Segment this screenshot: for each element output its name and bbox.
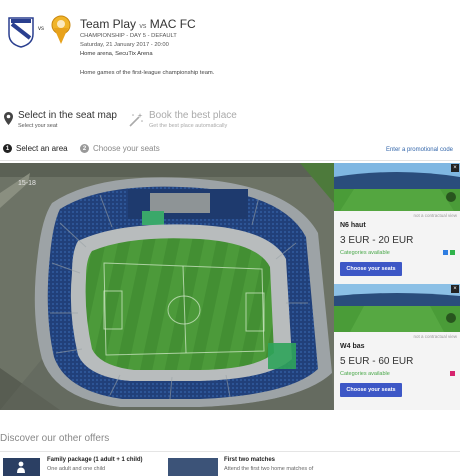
magic-wand-icon xyxy=(129,113,143,127)
step-subtitle: Select your seat xyxy=(18,123,58,129)
category-swatch xyxy=(450,371,455,376)
tab-choose-seats[interactable]: 2 Choose your seats xyxy=(80,144,160,153)
away-team-name: MAC FC xyxy=(149,17,196,31)
area-view-thumbnail: × xyxy=(334,284,460,332)
close-icon[interactable]: × xyxy=(451,285,459,293)
offer-subtitle: One adult and one child xyxy=(47,466,106,472)
match-venue: Home arena, SecuTix Arena xyxy=(80,51,153,57)
home-team-logo xyxy=(8,17,34,48)
tab-number: 1 xyxy=(3,144,12,153)
match-title: Team Play vs MAC FC xyxy=(80,17,196,31)
away-team-logo xyxy=(51,15,71,44)
close-icon[interactable]: × xyxy=(451,164,459,172)
step-book-best-place[interactable]: Book the best place Get the best place a… xyxy=(128,110,258,132)
map-pin-icon xyxy=(4,112,13,125)
area-price: 5 EUR - 60 EUR xyxy=(340,356,414,367)
availability-label: Categories available xyxy=(340,250,390,256)
zoom-icon[interactable] xyxy=(446,313,456,323)
offer-title[interactable]: First two matches xyxy=(224,457,275,463)
divider xyxy=(0,451,460,452)
vs-label: vs xyxy=(139,23,147,30)
area-name: N6 haut xyxy=(340,222,366,229)
view-disclaimer: not a contractual view xyxy=(413,213,457,218)
stadium-illustration: 15-18 xyxy=(0,163,334,410)
view-disclaimer: not a contractual view xyxy=(413,334,457,339)
tab-number: 2 xyxy=(80,144,89,153)
category-swatches xyxy=(450,371,455,376)
person-icon xyxy=(17,461,25,473)
step-subtitle: Get the best place automatically xyxy=(149,123,228,129)
home-team-name: Team Play xyxy=(80,17,137,31)
zoom-icon[interactable] xyxy=(446,192,456,202)
promo-code-link[interactable]: Enter a promotional code xyxy=(386,147,453,153)
offer-subtitle: Attend the first two home matches of xyxy=(224,466,314,472)
section-label: 15-18 xyxy=(18,180,36,187)
team-logos: vs xyxy=(0,0,80,60)
step-title: Select in the seat map xyxy=(18,110,117,121)
area-price: 3 EUR - 20 EUR xyxy=(340,235,414,246)
availability-label: Categories available xyxy=(340,371,390,377)
step-title: Book the best place xyxy=(149,110,237,121)
area-details-panel: × not a contractual view N6 haut 3 EUR -… xyxy=(334,163,460,410)
category-swatch xyxy=(443,250,448,255)
competition-label: CHAMPIONSHIP - DAY 5 - DEFAULT xyxy=(80,33,177,39)
step-select-seat-map[interactable]: Select in the seat map Select your seat xyxy=(4,110,117,132)
area-subtabs: 1 Select an area 2 Choose your seats Ent… xyxy=(0,141,460,161)
match-description: Home games of the first-league champions… xyxy=(80,70,215,76)
area-name: W4 bas xyxy=(340,343,365,350)
tab-label: Choose your seats xyxy=(93,144,160,153)
choose-seats-button[interactable]: Choose your seats xyxy=(340,383,402,397)
offers-heading: Discover our other offers xyxy=(0,433,110,444)
logo-vs-text: vs xyxy=(38,26,44,32)
tab-select-area[interactable]: 1 Select an area xyxy=(3,144,68,153)
category-swatches xyxy=(443,250,455,255)
match-datetime: Saturday, 21 January 2017 - 20:00 xyxy=(80,42,169,48)
offer-image[interactable] xyxy=(168,458,218,476)
category-swatch xyxy=(450,250,455,255)
tab-label: Select an area xyxy=(16,144,68,153)
area-view-thumbnail: × xyxy=(334,163,460,211)
stadium-seat-map[interactable]: 15-18 xyxy=(0,163,334,410)
offer-title[interactable]: Family package (1 adult + 1 child) xyxy=(47,457,143,463)
choose-seats-button[interactable]: Choose your seats xyxy=(340,262,402,276)
